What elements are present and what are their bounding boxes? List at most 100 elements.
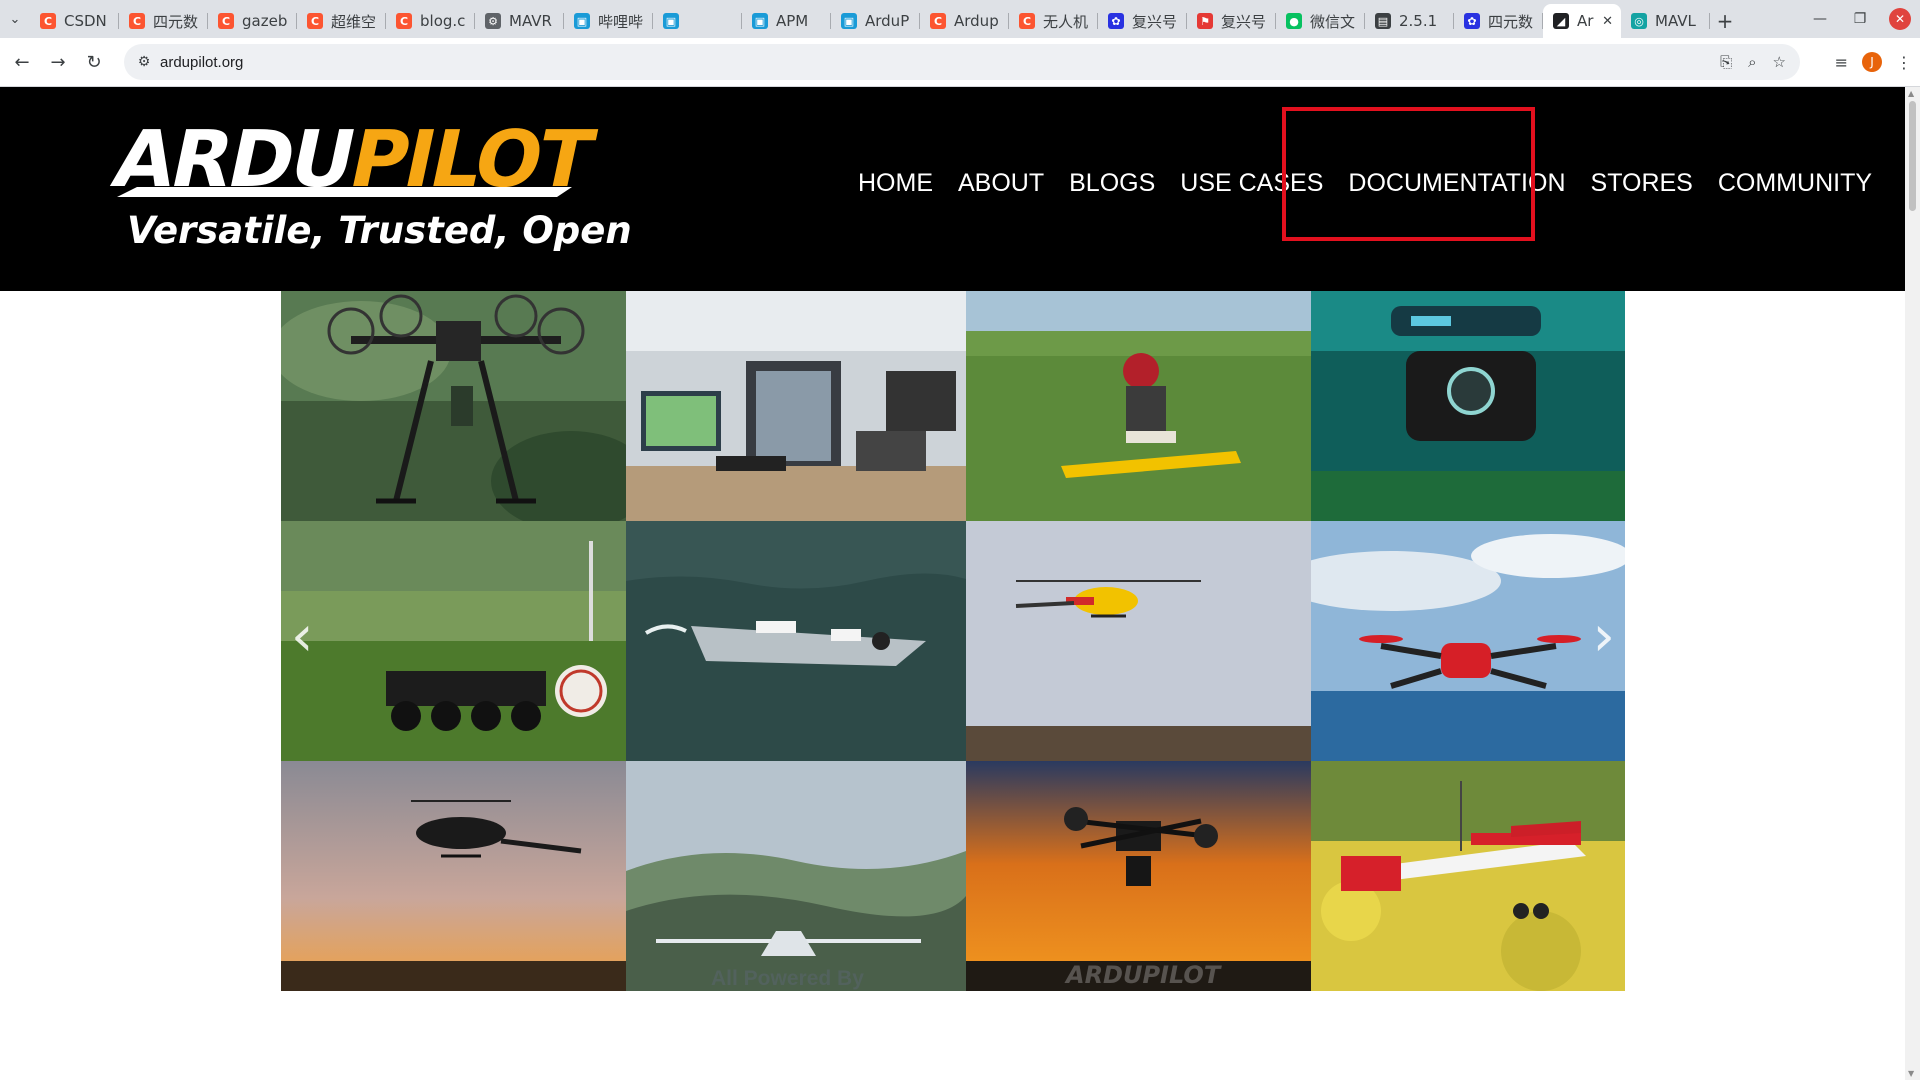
install-app-icon[interactable]: ⎘ — [1720, 53, 1732, 71]
tab-title: 复兴号 — [1132, 12, 1178, 31]
chevron-right-icon[interactable]: › — [1593, 609, 1615, 665]
documentation-highlight-box — [1282, 107, 1535, 241]
tab-title: blog.c — [420, 12, 466, 30]
tab-title: APM — [776, 12, 809, 30]
bookmark-star-icon[interactable]: ☆ — [1773, 53, 1786, 71]
pin-icon: ⚑ — [1197, 13, 1213, 29]
book-icon: ▤ — [1375, 13, 1391, 29]
reading-list-icon[interactable]: ≡ — [1835, 53, 1848, 72]
reload-icon[interactable]: ↻ — [76, 44, 112, 80]
scrollbar-thumb[interactable] — [1909, 101, 1916, 211]
tab-title: 四元数 — [1488, 12, 1534, 31]
tab-close-icon[interactable]: ✕ — [1602, 14, 1613, 29]
back-icon[interactable]: ← — [4, 44, 40, 80]
browser-tab[interactable]: ✿ 四元数 — [1454, 4, 1543, 38]
browser-tab[interactable]: Cgazeb — [208, 4, 297, 38]
baidu-icon: ✿ — [1108, 13, 1124, 29]
baidu-icon: ✿ — [1464, 13, 1480, 29]
url-text[interactable]: ardupilot.org — [160, 54, 243, 71]
nav-stores[interactable]: STORES — [1591, 171, 1693, 196]
page-scrollbar[interactable]: ▲ ▼ — [1905, 87, 1920, 1080]
bilibili-icon: ▣ — [841, 13, 857, 29]
browser-tab[interactable]: C 四元数 — [119, 4, 208, 38]
tab-title: 四元数 — [153, 12, 199, 31]
browser-tab[interactable]: ⚑ 复兴号 — [1187, 4, 1276, 38]
tile-glider-over-valley: All Powered By — [626, 761, 966, 991]
chevron-left-icon[interactable]: ‹ — [291, 609, 313, 665]
nav-blogs[interactable]: BLOGS — [1069, 171, 1155, 196]
window-close-icon[interactable]: ✕ — [1889, 8, 1911, 30]
menu-icon[interactable]: ⋮ — [1896, 53, 1912, 72]
tile-underwater-rov — [1311, 291, 1625, 521]
tile-surface-boat — [626, 521, 966, 761]
tab-title: gazeb — [242, 12, 288, 30]
site-info-icon[interactable]: ⚙ — [128, 54, 160, 70]
scroll-up-icon[interactable]: ▲ — [1908, 89, 1914, 98]
logo-swoosh-icon — [117, 187, 572, 197]
tile-ground-control-station — [626, 291, 966, 521]
tab-title: Ar — [1577, 12, 1594, 30]
nav-home[interactable]: HOME — [858, 171, 933, 196]
restore-icon[interactable]: ❐ — [1840, 11, 1880, 27]
image-carousel[interactable]: All Powered By ARDUPILOT ‹ › — [281, 291, 1625, 991]
browser-tab[interactable]: ▣ APM — [742, 4, 831, 38]
window-controls: — ❐ ✕ — [1800, 0, 1920, 38]
browser-toolbar: ← → ↻ ⚙ ardupilot.org ⎘ ⌕ ☆ ≡ J ⋮ — [0, 38, 1920, 87]
browser-tab[interactable]: ● 微信文 — [1276, 4, 1365, 38]
site-header: ARDUPILOT Versatile, Trusted, Open HOME … — [0, 87, 1905, 291]
browser-tab[interactable]: Cblog.c — [386, 4, 475, 38]
csdn-icon: C — [218, 13, 234, 29]
new-tab-button[interactable]: + — [1710, 4, 1740, 38]
browser-tab[interactable]: ▣ — [653, 4, 742, 38]
browser-tab[interactable]: C Ardup — [920, 4, 1009, 38]
tab-title: 2.5.1 — [1399, 12, 1438, 30]
tab-title: 微信文 — [1310, 12, 1356, 31]
forward-icon[interactable]: → — [40, 44, 76, 80]
tab-title: 哔哩哔 — [598, 12, 644, 31]
bilibili-icon: ▣ — [574, 13, 590, 29]
tile-red-plane-flowers — [1311, 761, 1625, 991]
scroll-down-icon[interactable]: ▼ — [1908, 1069, 1914, 1078]
tab-title: CSDN — [64, 12, 107, 30]
nav-about[interactable]: ABOUT — [958, 171, 1044, 196]
zoom-icon[interactable]: ⌕ — [1748, 53, 1756, 71]
nav-community[interactable]: COMMUNITY — [1718, 171, 1872, 196]
csdn-icon: C — [40, 13, 56, 29]
browser-tab[interactable]: C 超维空 — [297, 4, 386, 38]
tile-hexacopter-drone — [281, 291, 626, 521]
profile-avatar[interactable]: J — [1862, 52, 1882, 72]
minimize-icon[interactable]: — — [1800, 11, 1840, 27]
browser-tab[interactable]: C CSDN — [30, 4, 119, 38]
tab-title: 超维空 — [331, 12, 377, 31]
browser-tab[interactable]: ▣ 哔哩哔 — [564, 4, 653, 38]
browser-tab[interactable]: C 无人机 — [1009, 4, 1098, 38]
web-page: ARDUPILOT Versatile, Trusted, Open HOME … — [0, 87, 1905, 1080]
browser-tab[interactable]: ◢ Ar ✕ — [1543, 4, 1621, 38]
tile-helicopter-sky — [966, 521, 1311, 761]
tab-title: MAVL — [1655, 12, 1696, 30]
tab-title: Ardup — [954, 12, 999, 30]
csdn-icon: C — [307, 13, 323, 29]
tile-helicopter-sunset — [281, 761, 626, 991]
tab-search-icon[interactable]: ⌄ — [0, 0, 30, 38]
logo-tagline: Versatile, Trusted, Open — [127, 209, 632, 252]
tile-ground-rover — [281, 521, 626, 761]
mavlink-icon: ◎ — [1631, 13, 1647, 29]
tab-title: ArduP — [865, 12, 910, 30]
browser-tab[interactable]: ▣ ArduP — [831, 4, 920, 38]
bilibili-icon: ▣ — [752, 13, 768, 29]
browser-tab[interactable]: ▤ 2.5.1 — [1365, 4, 1454, 38]
browser-tab[interactable]: ⚙ MAVR — [475, 4, 564, 38]
tab-title: 复兴号 — [1221, 12, 1267, 31]
csdn-icon: C — [129, 13, 145, 29]
browser-tab[interactable]: ✿ 复兴号 — [1098, 4, 1187, 38]
address-bar[interactable]: ⚙ ardupilot.org ⎘ ⌕ ☆ — [124, 44, 1800, 80]
gear-icon: ⚙ — [485, 13, 501, 29]
ardupilot-watermark-caption: ARDUPILOT — [1066, 961, 1221, 989]
tile-fixed-wing-pilot-field — [966, 291, 1311, 521]
browser-tab[interactable]: ◎ MAVL — [1621, 4, 1710, 38]
csdn-icon: C — [930, 13, 946, 29]
ardupilot-logo[interactable]: ARDUPILOT Versatile, Trusted, Open — [105, 115, 631, 252]
glider-caption: All Powered By — [711, 967, 864, 990]
tile-quadcopter-over-sea — [1311, 521, 1625, 761]
